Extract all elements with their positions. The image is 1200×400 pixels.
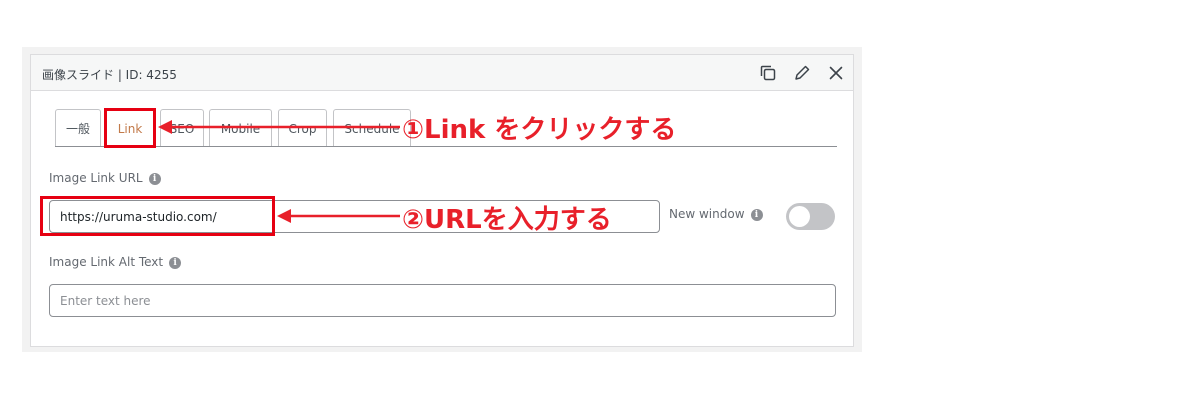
annotation-step2: ②URLを入力する xyxy=(402,205,612,235)
arrow-step1 xyxy=(158,120,400,134)
arrow-step2 xyxy=(277,209,400,223)
annotation-step1: ①Link をクリックする xyxy=(402,115,677,145)
